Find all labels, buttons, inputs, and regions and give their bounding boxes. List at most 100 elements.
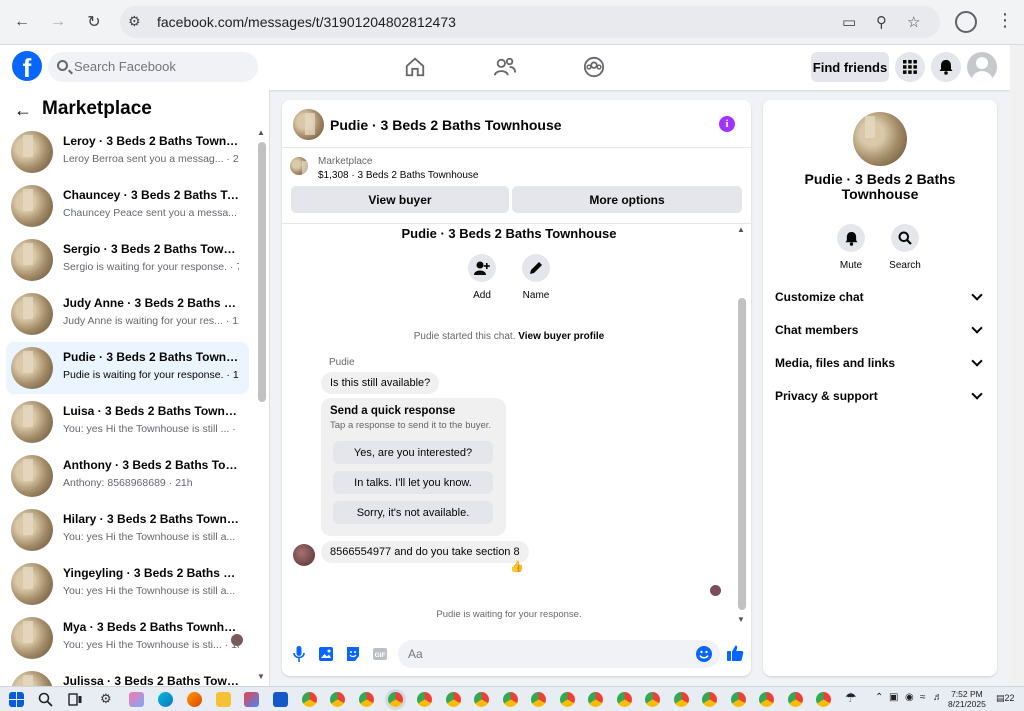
find-friends-button[interactable]: Find friends bbox=[811, 52, 889, 82]
conversation-item[interactable]: Sergio · 3 Beds 2 Baths Townho... Sergio… bbox=[6, 234, 249, 286]
chrome-icon[interactable] bbox=[503, 692, 518, 707]
chrome-icon[interactable] bbox=[560, 692, 575, 707]
sticker-icon[interactable] bbox=[344, 645, 362, 663]
home-icon[interactable] bbox=[404, 56, 426, 78]
add-action[interactable]: Add bbox=[462, 254, 502, 301]
like-thumbs-up-icon[interactable] bbox=[725, 643, 745, 663]
chrome-icon[interactable] bbox=[816, 692, 831, 707]
friends-icon[interactable] bbox=[494, 56, 516, 78]
chrome-icon[interactable] bbox=[788, 692, 803, 707]
search-input[interactable] bbox=[74, 59, 244, 74]
url-text[interactable]: facebook.com/messages/t/3190120480281247… bbox=[157, 14, 456, 30]
groups-icon[interactable] bbox=[583, 56, 605, 78]
windows-start-icon[interactable] bbox=[9, 692, 24, 707]
listing-thumbnail[interactable] bbox=[290, 157, 308, 175]
microphone-icon[interactable] bbox=[290, 645, 308, 663]
chat-members-section[interactable]: Chat members bbox=[763, 315, 997, 345]
name-action[interactable]: Name bbox=[516, 254, 556, 301]
zoom-icon[interactable]: ⚲ bbox=[876, 13, 887, 31]
site-settings-icon[interactable]: ⚙ bbox=[128, 13, 141, 30]
chat-scrollbar-thumb[interactable] bbox=[738, 298, 746, 610]
reload-icon[interactable]: ↻ bbox=[82, 10, 106, 34]
account-avatar[interactable] bbox=[967, 52, 997, 82]
view-buyer-button[interactable]: View buyer bbox=[291, 186, 509, 213]
bookmark-star-icon[interactable]: ☆ bbox=[907, 13, 920, 31]
back-icon[interactable]: ← bbox=[10, 10, 34, 34]
weather-icon[interactable]: ☂ bbox=[845, 690, 857, 706]
media-files-links-section[interactable]: Media, files and links bbox=[763, 348, 997, 378]
store-app-icon[interactable] bbox=[273, 692, 288, 707]
conversation-item[interactable]: Mya · 3 Beds 2 Baths Townho... You: yes … bbox=[6, 612, 249, 664]
conversation-item[interactable]: Judy Anne · 3 Beds 2 Baths Tow... Judy A… bbox=[6, 288, 249, 340]
conversation-item[interactable]: Chauncey · 3 Beds 2 Baths Tow... Chaunce… bbox=[6, 180, 249, 232]
quick-reply-button[interactable]: Sorry, it's not available. bbox=[333, 501, 493, 524]
media-app-icon[interactable] bbox=[244, 692, 259, 707]
gif-icon[interactable]: GIF bbox=[371, 645, 389, 663]
mute-bell-icon[interactable] bbox=[837, 224, 865, 252]
search-icon[interactable] bbox=[38, 692, 53, 707]
chrome-icon[interactable] bbox=[531, 692, 546, 707]
more-options-button[interactable]: More options bbox=[512, 186, 742, 213]
chrome-icon[interactable] bbox=[359, 692, 374, 707]
conversation-item-active[interactable]: Pudie · 3 Beds 2 Baths Townho... Pudie i… bbox=[6, 342, 249, 394]
conversation-item[interactable]: Luisa · 3 Beds 2 Baths Townhouse You: ye… bbox=[6, 396, 249, 448]
scroll-down-arrow-icon[interactable]: ▼ bbox=[737, 615, 745, 624]
chrome-icon[interactable] bbox=[645, 692, 660, 707]
search-magnifier-icon[interactable] bbox=[891, 224, 919, 252]
thumbs-up-reaction-icon[interactable]: 👍 bbox=[510, 560, 524, 573]
sender-avatar[interactable] bbox=[293, 544, 315, 566]
emoji-icon[interactable] bbox=[696, 646, 712, 662]
chrome-active-icon[interactable] bbox=[388, 692, 403, 707]
notification-center-icon[interactable]: ▤22 bbox=[996, 693, 1015, 704]
location-icon[interactable]: ◉ bbox=[905, 692, 914, 703]
view-buyer-profile-link[interactable]: View buyer profile bbox=[518, 331, 604, 342]
message-input[interactable] bbox=[408, 647, 678, 661]
wifi-icon[interactable]: ≈ bbox=[920, 692, 926, 703]
chrome-icon[interactable] bbox=[759, 692, 774, 707]
photo-icon[interactable] bbox=[317, 645, 335, 663]
conversation-item[interactable]: Anthony · 3 Beds 2 Baths Town... Anthony… bbox=[6, 450, 249, 502]
listing-price[interactable]: $1,308 · 3 Beds 2 Baths Townhouse bbox=[318, 170, 478, 181]
chrome-icon[interactable] bbox=[302, 692, 317, 707]
scroll-down-arrow-icon[interactable]: ▼ bbox=[257, 672, 265, 681]
search-action[interactable]: Search bbox=[885, 224, 925, 271]
facebook-logo-icon[interactable]: f bbox=[12, 51, 42, 81]
copilot-icon[interactable] bbox=[129, 692, 144, 707]
chrome-icon[interactable] bbox=[702, 692, 717, 707]
pencil-icon[interactable] bbox=[522, 254, 550, 282]
conversation-item[interactable]: Hilary · 3 Beds 2 Baths Townho... You: y… bbox=[6, 504, 249, 556]
chrome-icon[interactable] bbox=[330, 692, 345, 707]
browser-menu-icon[interactable]: ⋮ bbox=[996, 10, 1014, 31]
chrome-icon[interactable] bbox=[474, 692, 489, 707]
conversation-item[interactable]: Julissa · 3 Beds 2 Baths Town... bbox=[6, 666, 249, 686]
browser-profile-icon[interactable] bbox=[955, 11, 977, 33]
scroll-up-arrow-icon[interactable]: ▲ bbox=[737, 225, 745, 234]
menu-grid-icon[interactable] bbox=[895, 52, 925, 82]
quick-reply-button[interactable]: Yes, are you interested? bbox=[333, 441, 493, 464]
facebook-search[interactable] bbox=[48, 52, 258, 82]
chat-thumbnail[interactable] bbox=[293, 109, 324, 140]
page-scrollbar[interactable] bbox=[1010, 45, 1024, 686]
settings-gear-icon[interactable]: ⚙ bbox=[100, 691, 115, 706]
message-input-box[interactable] bbox=[398, 640, 720, 668]
back-arrow-icon[interactable]: ← bbox=[14, 100, 32, 121]
system-clock[interactable]: 7:52 PM 8/21/2025 bbox=[948, 689, 986, 709]
chrome-icon[interactable] bbox=[417, 692, 432, 707]
edge-browser-icon[interactable] bbox=[158, 692, 173, 707]
message-bubble[interactable]: 8566554977 and do you take section 8 bbox=[321, 541, 529, 563]
scroll-up-arrow-icon[interactable]: ▲ bbox=[257, 128, 265, 137]
notifications-bell-icon[interactable] bbox=[931, 52, 961, 82]
chrome-icon[interactable] bbox=[731, 692, 746, 707]
privacy-support-section[interactable]: Privacy & support bbox=[763, 381, 997, 411]
install-app-icon[interactable]: ▭ bbox=[842, 13, 856, 31]
file-explorer-icon[interactable] bbox=[216, 692, 231, 707]
volume-icon[interactable]: ♬ bbox=[933, 692, 943, 703]
chrome-icon[interactable] bbox=[617, 692, 632, 707]
quick-reply-button[interactable]: In talks. I'll let you know. bbox=[333, 471, 493, 494]
forward-icon[interactable]: → bbox=[46, 10, 70, 34]
chrome-icon[interactable] bbox=[588, 692, 603, 707]
mute-action[interactable]: Mute bbox=[831, 224, 871, 271]
tray-app-icon[interactable]: ▣ bbox=[889, 692, 898, 703]
listing-photo[interactable] bbox=[853, 112, 907, 166]
add-person-icon[interactable] bbox=[468, 254, 496, 282]
